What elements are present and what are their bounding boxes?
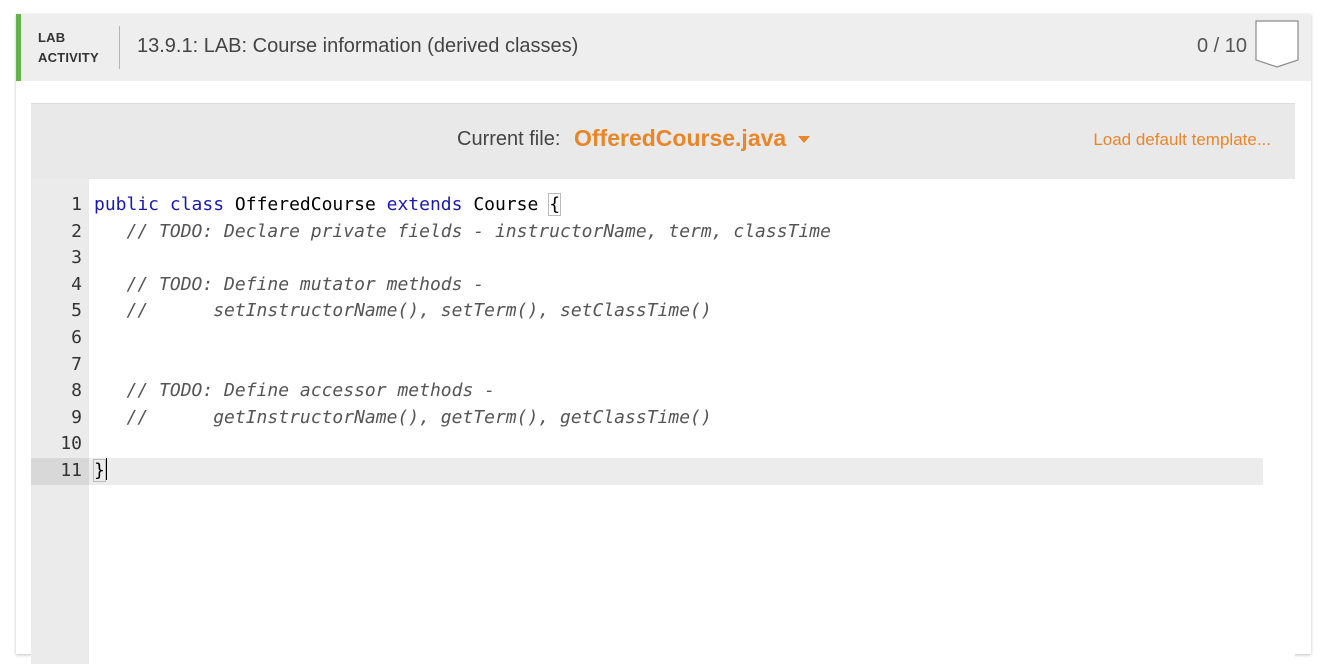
line-number: 10 (60, 433, 82, 455)
line-number: 11 (31, 458, 89, 485)
comment: // TODO: Define accessor methods - (126, 380, 495, 402)
brace: } (93, 459, 106, 482)
code-line[interactable]: 9 // getInstructorName(), getTerm(), get… (31, 405, 1263, 432)
lab-header: LAB ACTIVITY 13.9.1: LAB: Course informa… (16, 14, 1311, 81)
line-number: 7 (71, 353, 82, 375)
code-text: // getInstructorName(), getTerm(), getCl… (94, 405, 712, 432)
code-text: // setInstructorName(), setTerm(), setCl… (94, 298, 712, 325)
lab-type-line1: LAB (38, 30, 66, 45)
comment: // getInstructorName(), getTerm(), getCl… (126, 406, 712, 428)
text-cursor (105, 458, 107, 480)
line-number: 1 (71, 194, 82, 215)
keyword: extends (386, 194, 463, 215)
line-number: 8 (71, 380, 82, 402)
code-text: // TODO: Define mutator methods - (94, 272, 485, 299)
code-editor[interactable]: 1 public class OfferedCourse extends Cour… (31, 179, 1295, 664)
code-token: OfferedCourse (224, 194, 387, 215)
caret-down-icon (798, 136, 811, 143)
lab-activity-card: LAB ACTIVITY 13.9.1: LAB: Course informa… (16, 14, 1311, 664)
current-file-name: OfferedCourse.java (574, 125, 787, 151)
code-line[interactable]: 5 // setInstructorName(), setTerm(), set… (31, 298, 1263, 325)
lab-type-label: LAB ACTIVITY (38, 28, 99, 68)
line-number: 6 (71, 327, 82, 348)
score-text: 0 / 10 (1196, 35, 1247, 57)
score-badge-icon (1255, 20, 1299, 68)
code-token: Course (462, 194, 550, 215)
code-text: // TODO: Define accessor methods - (94, 378, 495, 405)
code-text: // TODO: Declare private fields - instru… (94, 219, 831, 246)
lab-type-line2: ACTIVITY (38, 50, 99, 65)
code-line[interactable]: 3 (31, 245, 1263, 272)
code-line[interactable]: 11} (31, 458, 1263, 485)
code-line[interactable]: 8 // TODO: Define accessor methods - (31, 378, 1263, 405)
keyword: class (169, 194, 225, 215)
keyword: public (94, 194, 160, 215)
line-number: 4 (71, 273, 82, 295)
line-number: 2 (71, 220, 82, 242)
current-file-label: Current file: (457, 128, 561, 150)
code-text: public class OfferedCourse extends Cours… (94, 192, 562, 219)
line-number: 3 (71, 247, 82, 269)
lab-title: 13.9.1: LAB: Course information (derived… (137, 35, 579, 57)
comment: // TODO: Define mutator methods - (126, 273, 485, 295)
brace: { (548, 193, 562, 216)
comment: // setInstructorName(), setTerm(), setCl… (126, 300, 712, 322)
code-line[interactable]: 2 // TODO: Declare private fields - inst… (31, 219, 1263, 246)
code-line[interactable]: 10 (31, 431, 1263, 458)
code-line[interactable]: 1 public class OfferedCourse extends Cour… (31, 192, 1263, 219)
line-number: 9 (71, 406, 82, 428)
load-default-template-link[interactable]: Load default template... (1093, 130, 1271, 150)
editor-panel: Current file: OfferedCourse.java Load de… (31, 103, 1295, 664)
code-line[interactable]: 6 (31, 325, 1263, 352)
comment: // TODO: Declare private fields - instru… (126, 220, 831, 242)
code-text: } (93, 458, 107, 485)
code-line[interactable]: 7 (31, 352, 1263, 379)
file-bar: Current file: OfferedCourse.java Load de… (31, 104, 1295, 179)
line-number: 5 (71, 300, 82, 322)
header-divider (119, 26, 120, 69)
code-line[interactable]: 4 // TODO: Define mutator methods - (31, 272, 1263, 299)
file-select-dropdown[interactable]: OfferedCourse.java (574, 125, 811, 152)
